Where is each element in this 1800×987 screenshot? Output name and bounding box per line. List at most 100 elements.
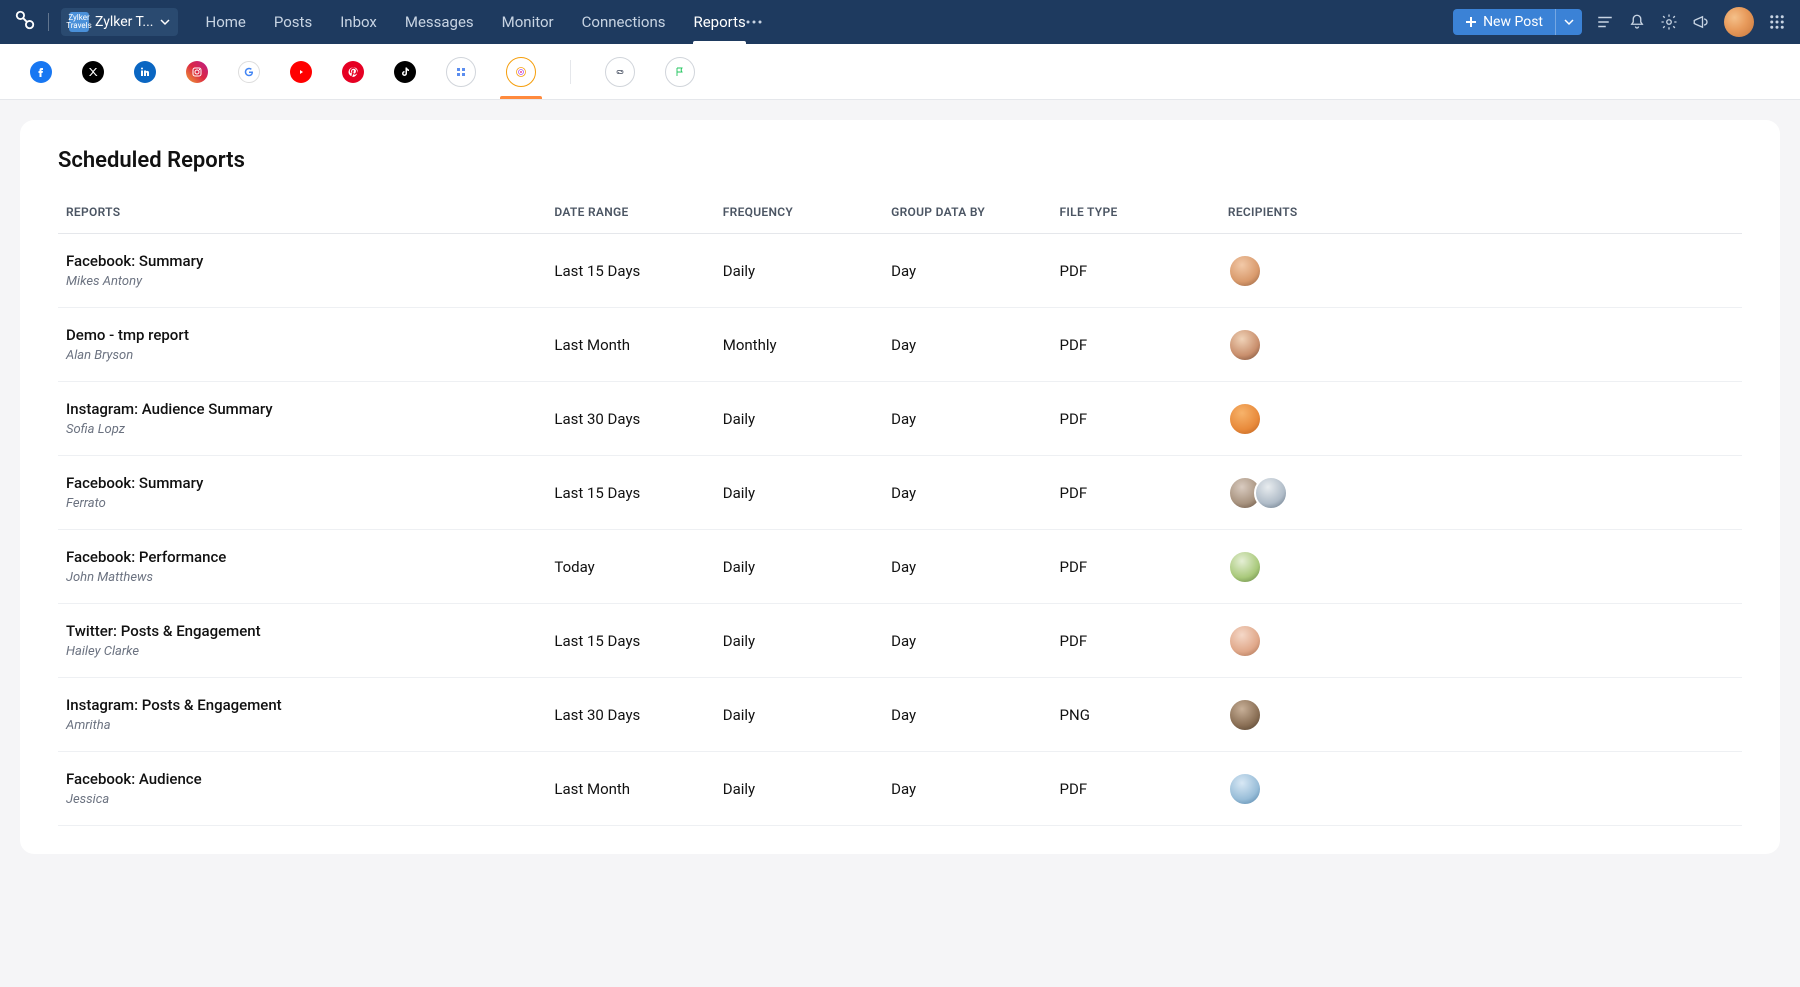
recipients-group [1228,328,1734,362]
cell-date-range: Last 15 Days [546,456,714,530]
cell-date-range: Last 30 Days [546,678,714,752]
col-file-type: FILE TYPE [1052,191,1220,234]
plus-icon [1465,16,1477,28]
link-channel-icon[interactable] [605,57,635,87]
x-channel-icon[interactable] [82,61,104,83]
new-post-dropdown[interactable] [1555,9,1582,35]
cell-date-range: Last 15 Days [546,234,714,308]
nav-tab-inbox[interactable]: Inbox [340,0,377,44]
cell-frequency: Daily [715,234,883,308]
report-title: Instagram: Posts & Engagement [66,696,538,714]
table-row[interactable]: Facebook: Audience Jessica Last Month Da… [58,752,1742,826]
brand-icon: ZylkerTravels [69,12,89,32]
divider [48,13,49,31]
nav-tab-posts[interactable]: Posts [274,0,312,44]
gear-icon[interactable] [1660,13,1678,31]
cell-recipients [1220,234,1742,308]
new-post-group: New Post [1453,9,1582,35]
recipient-avatar [1228,772,1262,806]
user-avatar[interactable] [1724,7,1754,37]
instagram-channel-icon[interactable] [186,61,208,83]
cell-frequency: Daily [715,530,883,604]
cell-file-type: PDF [1052,308,1220,382]
linkedin-channel-icon[interactable] [134,61,156,83]
cell-recipients [1220,530,1742,604]
google-channel-icon[interactable] [238,61,260,83]
cell-group-by: Day [883,752,1051,826]
table-row[interactable]: Demo - tmp report Alan Bryson Last Month… [58,308,1742,382]
table-row[interactable]: Twitter: Posts & Engagement Hailey Clark… [58,604,1742,678]
cell-recipients [1220,308,1742,382]
nav-left: ZylkerTravels Zylker T... [14,8,178,36]
brand-name: Zylker T... [95,14,154,30]
recipient-avatar [1228,402,1262,436]
cell-date-range: Last Month [546,752,714,826]
cell-recipients [1220,382,1742,456]
cell-frequency: Daily [715,604,883,678]
new-post-label: New Post [1483,14,1543,30]
report-author: Sofia Lopz [66,422,538,437]
col-frequency: FREQUENCY [715,191,883,234]
report-author: Alan Bryson [66,348,538,363]
megaphone-icon[interactable] [1692,13,1710,31]
table-row[interactable]: Instagram: Posts & Engagement Amritha La… [58,678,1742,752]
nav-right: New Post [1453,7,1786,37]
facebook-channel-icon[interactable] [30,61,52,83]
report-title: Demo - tmp report [66,326,538,344]
cell-report: Facebook: Summary Ferrato [58,456,546,530]
nav-tab-home[interactable]: Home [206,0,246,44]
report-title: Facebook: Audience [66,770,538,788]
cell-recipients [1220,456,1742,530]
cell-file-type: PDF [1052,604,1220,678]
recipients-group [1228,254,1734,288]
cell-report: Facebook: Performance John Matthews [58,530,546,604]
cell-file-type: PNG [1052,678,1220,752]
report-author: Amritha [66,718,538,733]
bell-icon[interactable] [1628,13,1646,31]
recipients-group [1228,624,1734,658]
col-recipients: RECIPIENTS [1220,191,1742,234]
table-row[interactable]: Instagram: Audience Summary Sofia Lopz L… [58,382,1742,456]
nav-tab-messages[interactable]: Messages [405,0,474,44]
nav-tabs: Home Posts Inbox Messages Monitor Connections… [206,0,746,44]
cell-group-by: Day [883,604,1051,678]
report-title: Facebook: Summary [66,474,538,492]
cell-group-by: Day [883,530,1051,604]
report-author: Hailey Clarke [66,644,538,659]
report-title: Instagram: Audience Summary [66,400,538,418]
cell-frequency: Daily [715,752,883,826]
col-date-range: DATE RANGE [546,191,714,234]
report-author: Ferrato [66,496,538,511]
tiktok-channel-icon[interactable] [394,61,416,83]
youtube-channel-icon[interactable] [290,61,312,83]
nav-tab-connections[interactable]: Connections [582,0,666,44]
cell-report: Facebook: Audience Jessica [58,752,546,826]
apps-grid-icon[interactable] [1768,13,1786,31]
grid-channel-icon[interactable] [446,57,476,87]
ring-channel-icon[interactable] [506,57,536,87]
app-logo-icon[interactable] [14,9,36,35]
new-post-button[interactable]: New Post [1453,9,1555,35]
menu-lines-icon[interactable] [1596,13,1614,31]
nav-tab-reports[interactable]: Reports [693,0,745,44]
table-row[interactable]: Facebook: Summary Ferrato Last 15 Days D… [58,456,1742,530]
brand-selector[interactable]: ZylkerTravels Zylker T... [61,8,178,36]
cell-date-range: Last 30 Days [546,382,714,456]
cell-group-by: Day [883,382,1051,456]
cell-report: Twitter: Posts & Engagement Hailey Clark… [58,604,546,678]
pinterest-channel-icon[interactable] [342,61,364,83]
table-row[interactable]: Facebook: Summary Mikes Antony Last 15 D… [58,234,1742,308]
nav-more-icon[interactable] [746,20,762,24]
flag-channel-icon[interactable] [665,57,695,87]
chevron-down-icon [160,17,170,27]
cell-report: Instagram: Posts & Engagement Amritha [58,678,546,752]
nav-tab-monitor[interactable]: Monitor [502,0,554,44]
col-reports: REPORTS [58,191,546,234]
table-row[interactable]: Facebook: Performance John Matthews Toda… [58,530,1742,604]
recipient-avatar [1228,698,1262,732]
report-title: Facebook: Summary [66,252,538,270]
page-title: Scheduled Reports [58,148,1742,173]
cell-file-type: PDF [1052,382,1220,456]
cell-report: Demo - tmp report Alan Bryson [58,308,546,382]
cell-report: Facebook: Summary Mikes Antony [58,234,546,308]
